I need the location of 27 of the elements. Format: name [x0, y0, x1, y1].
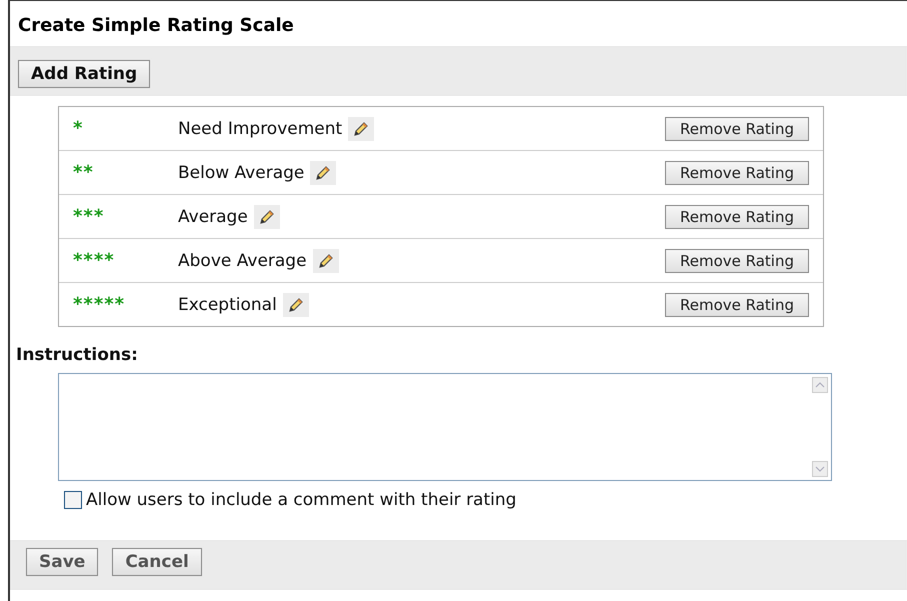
rating-marker: **	[73, 162, 95, 183]
save-button[interactable]: Save	[26, 548, 98, 576]
checkbox-label: Allow users to include a comment with their rating	[86, 490, 516, 510]
rating-label: Need Improvement	[178, 118, 342, 138]
rating-marker: ***	[73, 206, 106, 227]
rating-label: Exceptional	[178, 294, 277, 314]
edit-icon[interactable]	[282, 292, 309, 316]
page-title: Create Simple Rating Scale	[17, 14, 295, 38]
remove-rating-button[interactable]: Remove Rating	[664, 204, 809, 228]
cancel-button[interactable]: Cancel	[112, 548, 202, 576]
instructions-label: Instructions:	[15, 344, 139, 367]
remove-rating-button[interactable]: Remove Rating	[664, 292, 809, 316]
rating-label: Above Average	[178, 250, 307, 270]
remove-rating-button[interactable]: Remove Rating	[664, 116, 809, 140]
add-rating-button[interactable]: Add Rating	[18, 60, 150, 88]
edit-icon[interactable]	[348, 116, 374, 140]
edit-icon[interactable]	[254, 204, 280, 228]
remove-rating-button[interactable]: Remove Rating	[664, 248, 809, 272]
rating-marker: *	[73, 118, 84, 139]
comment-checkbox[interactable]	[64, 491, 82, 509]
edit-icon[interactable]	[310, 160, 336, 184]
edit-icon[interactable]	[312, 248, 339, 272]
rating-label: Below Average	[178, 162, 304, 182]
rating-marker: ****	[73, 250, 116, 271]
remove-rating-button[interactable]: Remove Rating	[664, 160, 809, 184]
rating-marker: *****	[73, 294, 126, 315]
rating-label: Average	[178, 206, 248, 226]
